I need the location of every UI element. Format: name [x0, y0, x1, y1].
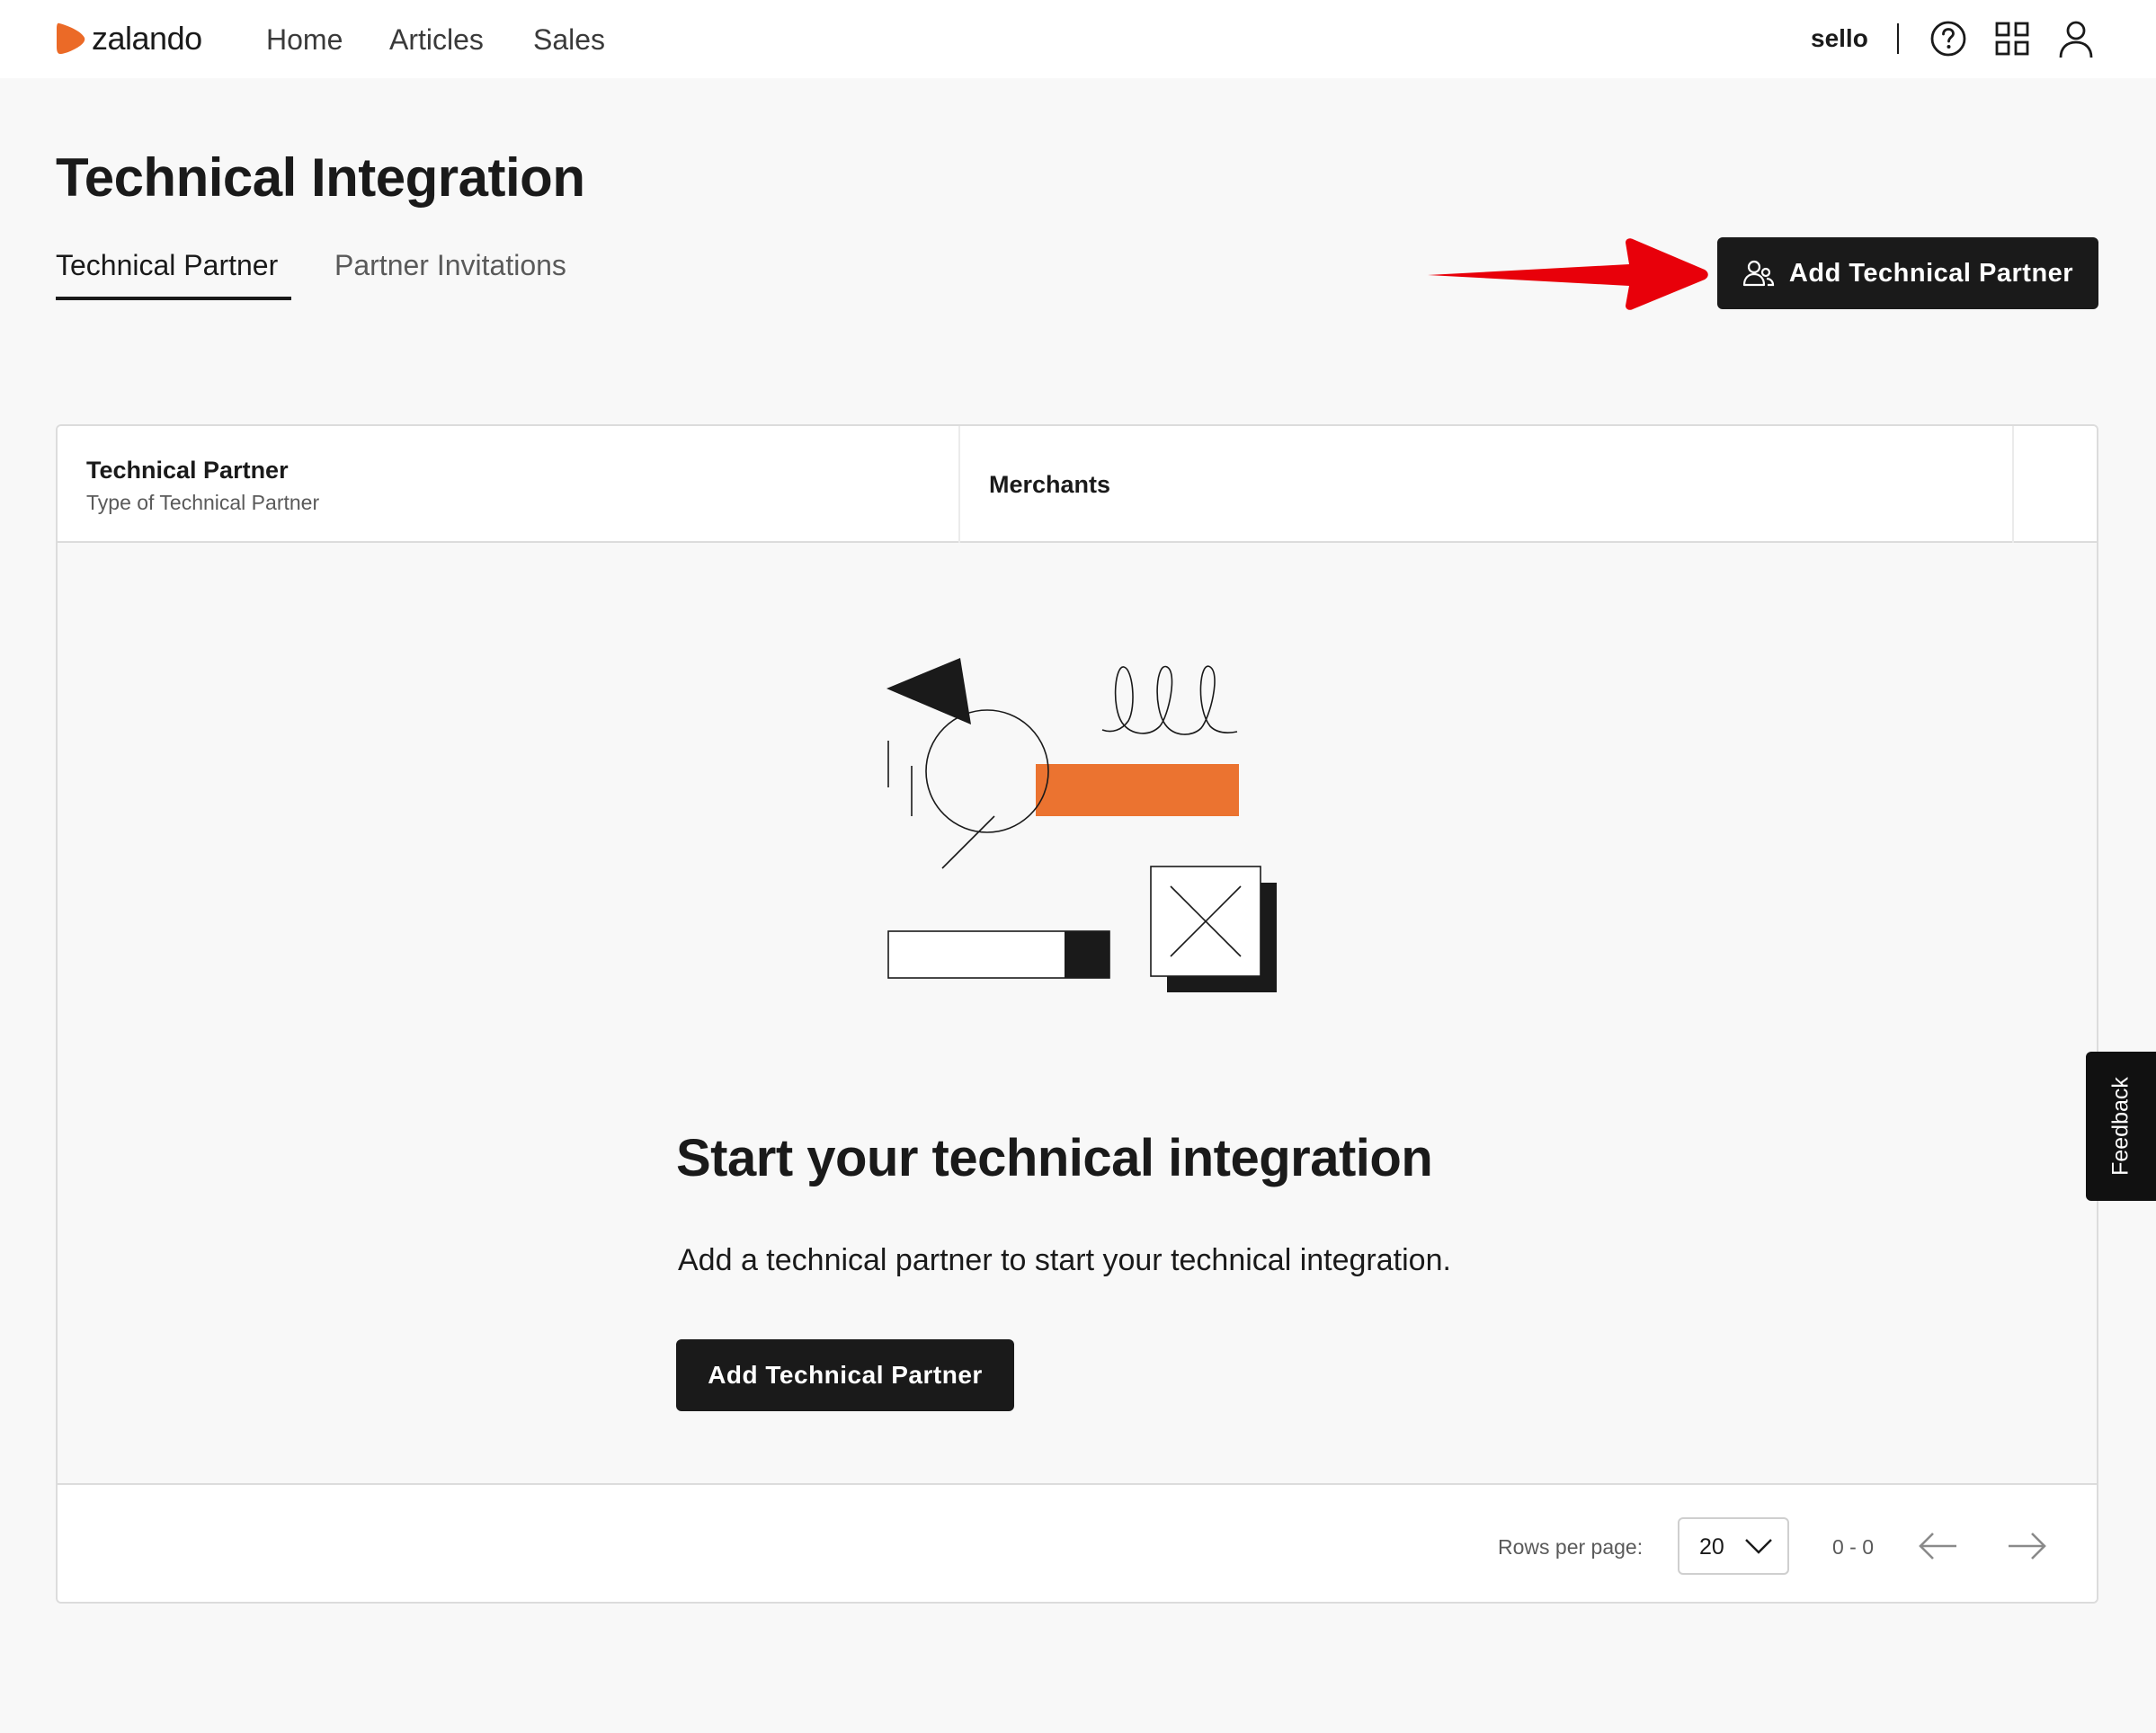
- column-separator: [958, 426, 960, 543]
- help-icon[interactable]: [1928, 18, 1969, 59]
- active-tab-indicator: [56, 297, 291, 300]
- table-pagination: Rows per page: 20 0 - 0: [58, 1483, 2097, 1602]
- empty-state-illustration: [886, 658, 1277, 992]
- zalando-logo[interactable]: zalando: [56, 20, 202, 58]
- account-name[interactable]: sello: [1811, 22, 1868, 55]
- nav-articles[interactable]: Articles: [389, 22, 484, 58]
- pagination-range: 0 - 0: [1832, 1535, 1875, 1559]
- red-arrow-annotation: [1428, 238, 1708, 310]
- chevron-down-icon: [1745, 1539, 1772, 1554]
- table-header: Technical Partner Type of Technical Part…: [58, 426, 2097, 543]
- column-subtitle: Type of Technical Partner: [86, 491, 320, 514]
- users-icon: [1742, 260, 1775, 287]
- nav-home[interactable]: Home: [266, 22, 343, 58]
- nav-divider: [1897, 23, 1899, 54]
- page-title: Technical Integration: [56, 147, 585, 208]
- triangle-shape: [886, 658, 971, 724]
- feedback-tab[interactable]: Feedback: [2086, 1052, 2156, 1201]
- empty-state-description: Add a technical partner to start your te…: [678, 1243, 1451, 1277]
- add-technical-partner-label: Add Technical Partner: [1788, 258, 2074, 288]
- column-separator: [2012, 426, 2014, 543]
- arrow-right-icon[interactable]: [2005, 1524, 2048, 1568]
- column-title: Technical Partner: [86, 457, 289, 484]
- rows-per-page-select[interactable]: 20: [1678, 1517, 1789, 1575]
- empty-state-title: Start your technical integration: [676, 1129, 1433, 1187]
- arrow-left-icon[interactable]: [1917, 1524, 1960, 1568]
- empty-state-add-button[interactable]: Add Technical Partner: [676, 1339, 1014, 1411]
- tab-partner-invitations[interactable]: Partner Invitations: [334, 246, 566, 284]
- top-navigation-bar: zalando Home Articles Sales sello: [0, 0, 2156, 78]
- apps-grid-icon[interactable]: [1991, 18, 2033, 59]
- zalando-logo-icon: [57, 22, 85, 54]
- user-profile-icon[interactable]: [2055, 18, 2097, 59]
- column-technical-partner[interactable]: Technical Partner Type of Technical Part…: [86, 455, 319, 516]
- rows-per-page-label: Rows per page:: [1498, 1535, 1644, 1559]
- rows-per-page-value: 20: [1699, 1534, 1724, 1560]
- column-merchants[interactable]: Merchants: [989, 469, 1110, 500]
- technical-partners-table: Technical Partner Type of Technical Part…: [56, 424, 2098, 1604]
- nav-sales[interactable]: Sales: [533, 22, 605, 58]
- orange-bar-shape: [1036, 764, 1239, 816]
- progress-bar-fill: [1065, 931, 1109, 978]
- add-technical-partner-button[interactable]: Add Technical Partner: [1717, 237, 2098, 309]
- magnifier-handle: [941, 815, 995, 869]
- loops-doodle: [1101, 665, 1238, 735]
- brand-name: zalando: [92, 20, 202, 57]
- tab-technical-partner[interactable]: Technical Partner: [56, 246, 278, 284]
- magnifier-lens: [925, 709, 1049, 833]
- feedback-label: Feedback: [2107, 1077, 2134, 1176]
